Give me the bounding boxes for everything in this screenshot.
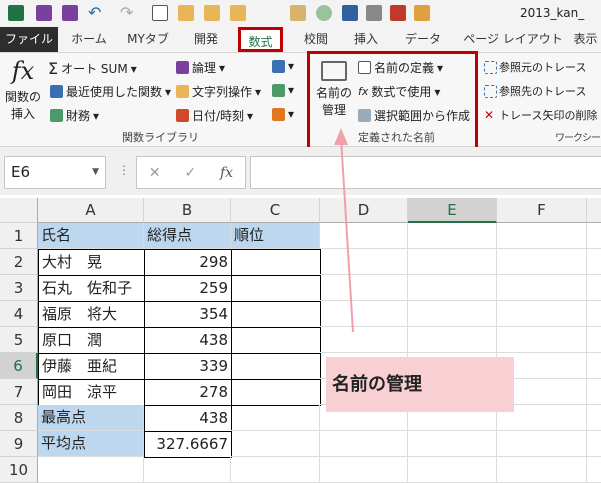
arrow-head [334,128,348,145]
arrow-line [340,137,354,333]
callout-label: 名前の管理 [326,357,514,412]
